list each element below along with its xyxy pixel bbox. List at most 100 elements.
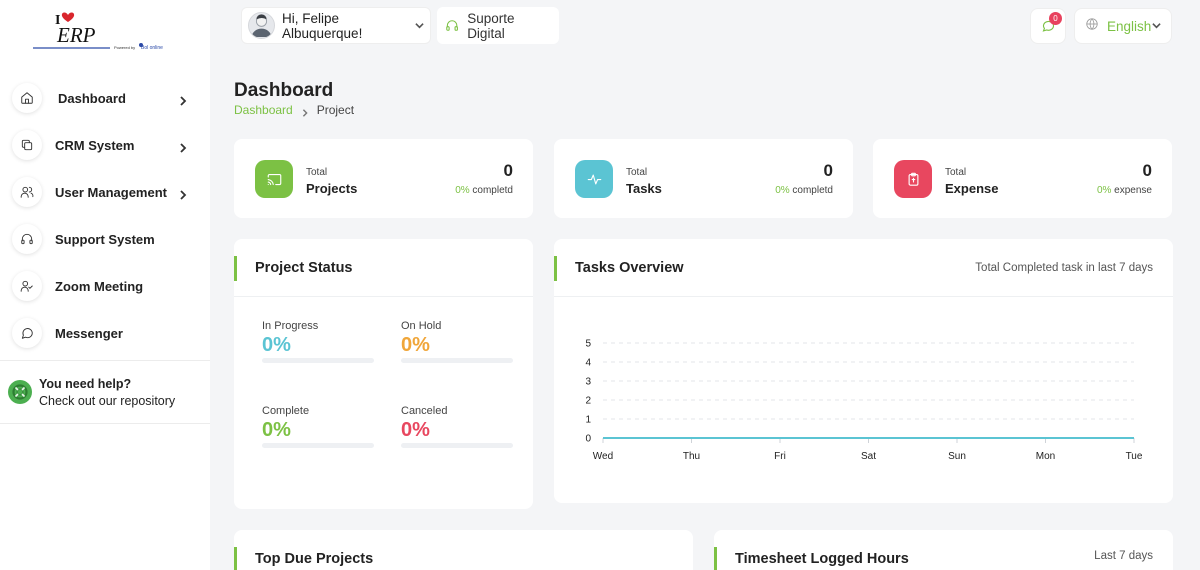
lifebuoy-icon [8,380,32,404]
sidebar-item-messenger[interactable]: Messenger [12,317,198,349]
chevron-right-icon [178,93,188,106]
chevron-down-icon [415,17,424,35]
stat-card-tasks: Total Tasks 0 0% completd [554,139,853,218]
heart-icon [61,12,75,22]
sidebar-item-label: Support System [55,231,155,247]
help-link[interactable]: Check out our repository [39,392,175,410]
language-selector[interactable]: English [1074,8,1172,44]
headset-icon [12,224,42,254]
x-tick-label: Fri [774,451,786,462]
panel-accent [234,256,237,281]
breadcrumb: Dashboard Project [234,103,354,117]
status-progress-bar [262,443,374,448]
top-due-projects-panel: Top Due Projects [234,530,693,570]
stat-suffix: completd [789,185,833,196]
stat-icon-box [255,160,293,198]
x-tick-label: Mon [1036,451,1055,462]
project-status-panel: Project Status In Progress 0% On Hold 0%… [234,239,533,509]
cast-icon [267,173,281,185]
language-label: English [1107,18,1152,34]
users-icon [12,177,42,207]
breadcrumb-current: Project [316,103,355,117]
globe-icon [1085,17,1099,36]
stat-icon-box [894,160,932,198]
stat-percent: 0% [1096,185,1112,196]
x-tick-label: Tue [1126,451,1143,462]
home-icon [12,83,42,113]
stat-subtext: 0% expense [1097,185,1152,196]
user-check-icon [12,271,42,301]
panel-subtitle: Last 7 days [1094,550,1153,562]
status-label: In Progress [262,320,319,332]
sidebar-item-label: User Management [55,184,167,200]
sidebar-item-label: Messenger [55,325,123,341]
stat-caption: Total [945,167,967,178]
avatar [248,12,275,39]
x-tick-label: Thu [683,451,700,462]
sidebar-item-label: Dashboard [58,90,126,106]
chevron-right-icon [178,187,188,200]
sidebar-item-crm-system[interactable]: CRM System [12,129,198,161]
y-tick-label: 3 [585,377,591,388]
copy-icon [12,130,42,160]
support-label: Suporte Digital [467,10,515,41]
stat-percent: 0% [455,185,470,196]
sidebar-item-support-system[interactable]: Support System [12,223,198,255]
status-value: 0% [262,419,291,441]
clipboard-icon [908,172,918,186]
help-box[interactable]: You need help? Check out our repository [8,376,204,410]
stat-icon-box [575,160,613,198]
status-complete: Complete 0% [262,405,374,448]
tasks-overview-chart: 0 1 2 3 4 5 Wed Thu Fri Sat Sun Mon Tue [585,339,1143,463]
notifications-button[interactable]: 0 [1030,8,1066,44]
panel-accent [234,547,237,570]
status-label: Complete [262,405,310,417]
powered-by: Powered by [114,45,135,50]
stat-title: Tasks [626,181,662,196]
stat-title: Projects [306,181,358,196]
stat-suffix: completd [469,185,513,196]
y-tick-label: 1 [585,415,591,426]
panel-title: Project Status [255,260,353,276]
status-on-hold: On Hold 0% [401,320,513,363]
stat-subtext: 0% completd [455,185,513,196]
activity-icon [587,174,601,184]
headset-icon [446,20,458,31]
sidebar-item-label: CRM System [55,137,135,153]
powered-name: Bol online [141,45,163,51]
status-label: Canceled [401,405,448,417]
sidebar-divider [0,360,210,361]
status-value: 0% [262,334,291,356]
brand-logo[interactable]: I ERP Powered by Bol online [28,6,178,56]
status-value: 0% [401,334,430,356]
sidebar-item-dashboard[interactable]: Dashboard [12,82,198,114]
sidebar-item-user-management[interactable]: User Management [12,176,198,208]
user-menu[interactable]: Hi, Felipe Albuquerque! [241,7,431,44]
status-progress-bar [401,443,513,448]
sidebar-item-label: Zoom Meeting [55,278,144,294]
status-progress-bar [401,358,513,363]
chevron-right-icon [301,106,309,117]
status-in-progress: In Progress 0% [262,320,374,363]
stat-value: 0 [503,161,513,180]
y-tick-label: 2 [585,396,591,407]
tasks-overview-panel: Tasks Overview Total Completed task in l… [554,239,1173,503]
support-digital-button[interactable]: Suporte Digital [437,7,559,44]
panel-header: Project Status [234,239,533,297]
y-tick-label: 4 [585,358,591,369]
timesheet-panel: Timesheet Logged Hours Last 7 days [714,530,1173,570]
stat-card-expense: Total Expense 0 0% expense [873,139,1172,218]
breadcrumb-root-link[interactable]: Dashboard [234,103,293,117]
status-canceled: Canceled 0% [401,405,513,448]
stat-subtext: 0% completd [775,185,833,196]
help-title: You need help? [39,377,132,391]
stat-caption: Total [306,167,328,178]
stat-suffix: expense [1111,185,1152,196]
x-tick-label: Wed [593,451,613,462]
y-tick-label: 0 [585,434,591,445]
chevron-down-icon [1152,17,1161,35]
stat-value: 0 [1142,161,1152,180]
sidebar-item-zoom-meeting[interactable]: Zoom Meeting [12,270,198,302]
sidebar: I ERP Powered by Bol online Dashboard CR… [0,0,210,570]
chat-icon [12,318,42,348]
